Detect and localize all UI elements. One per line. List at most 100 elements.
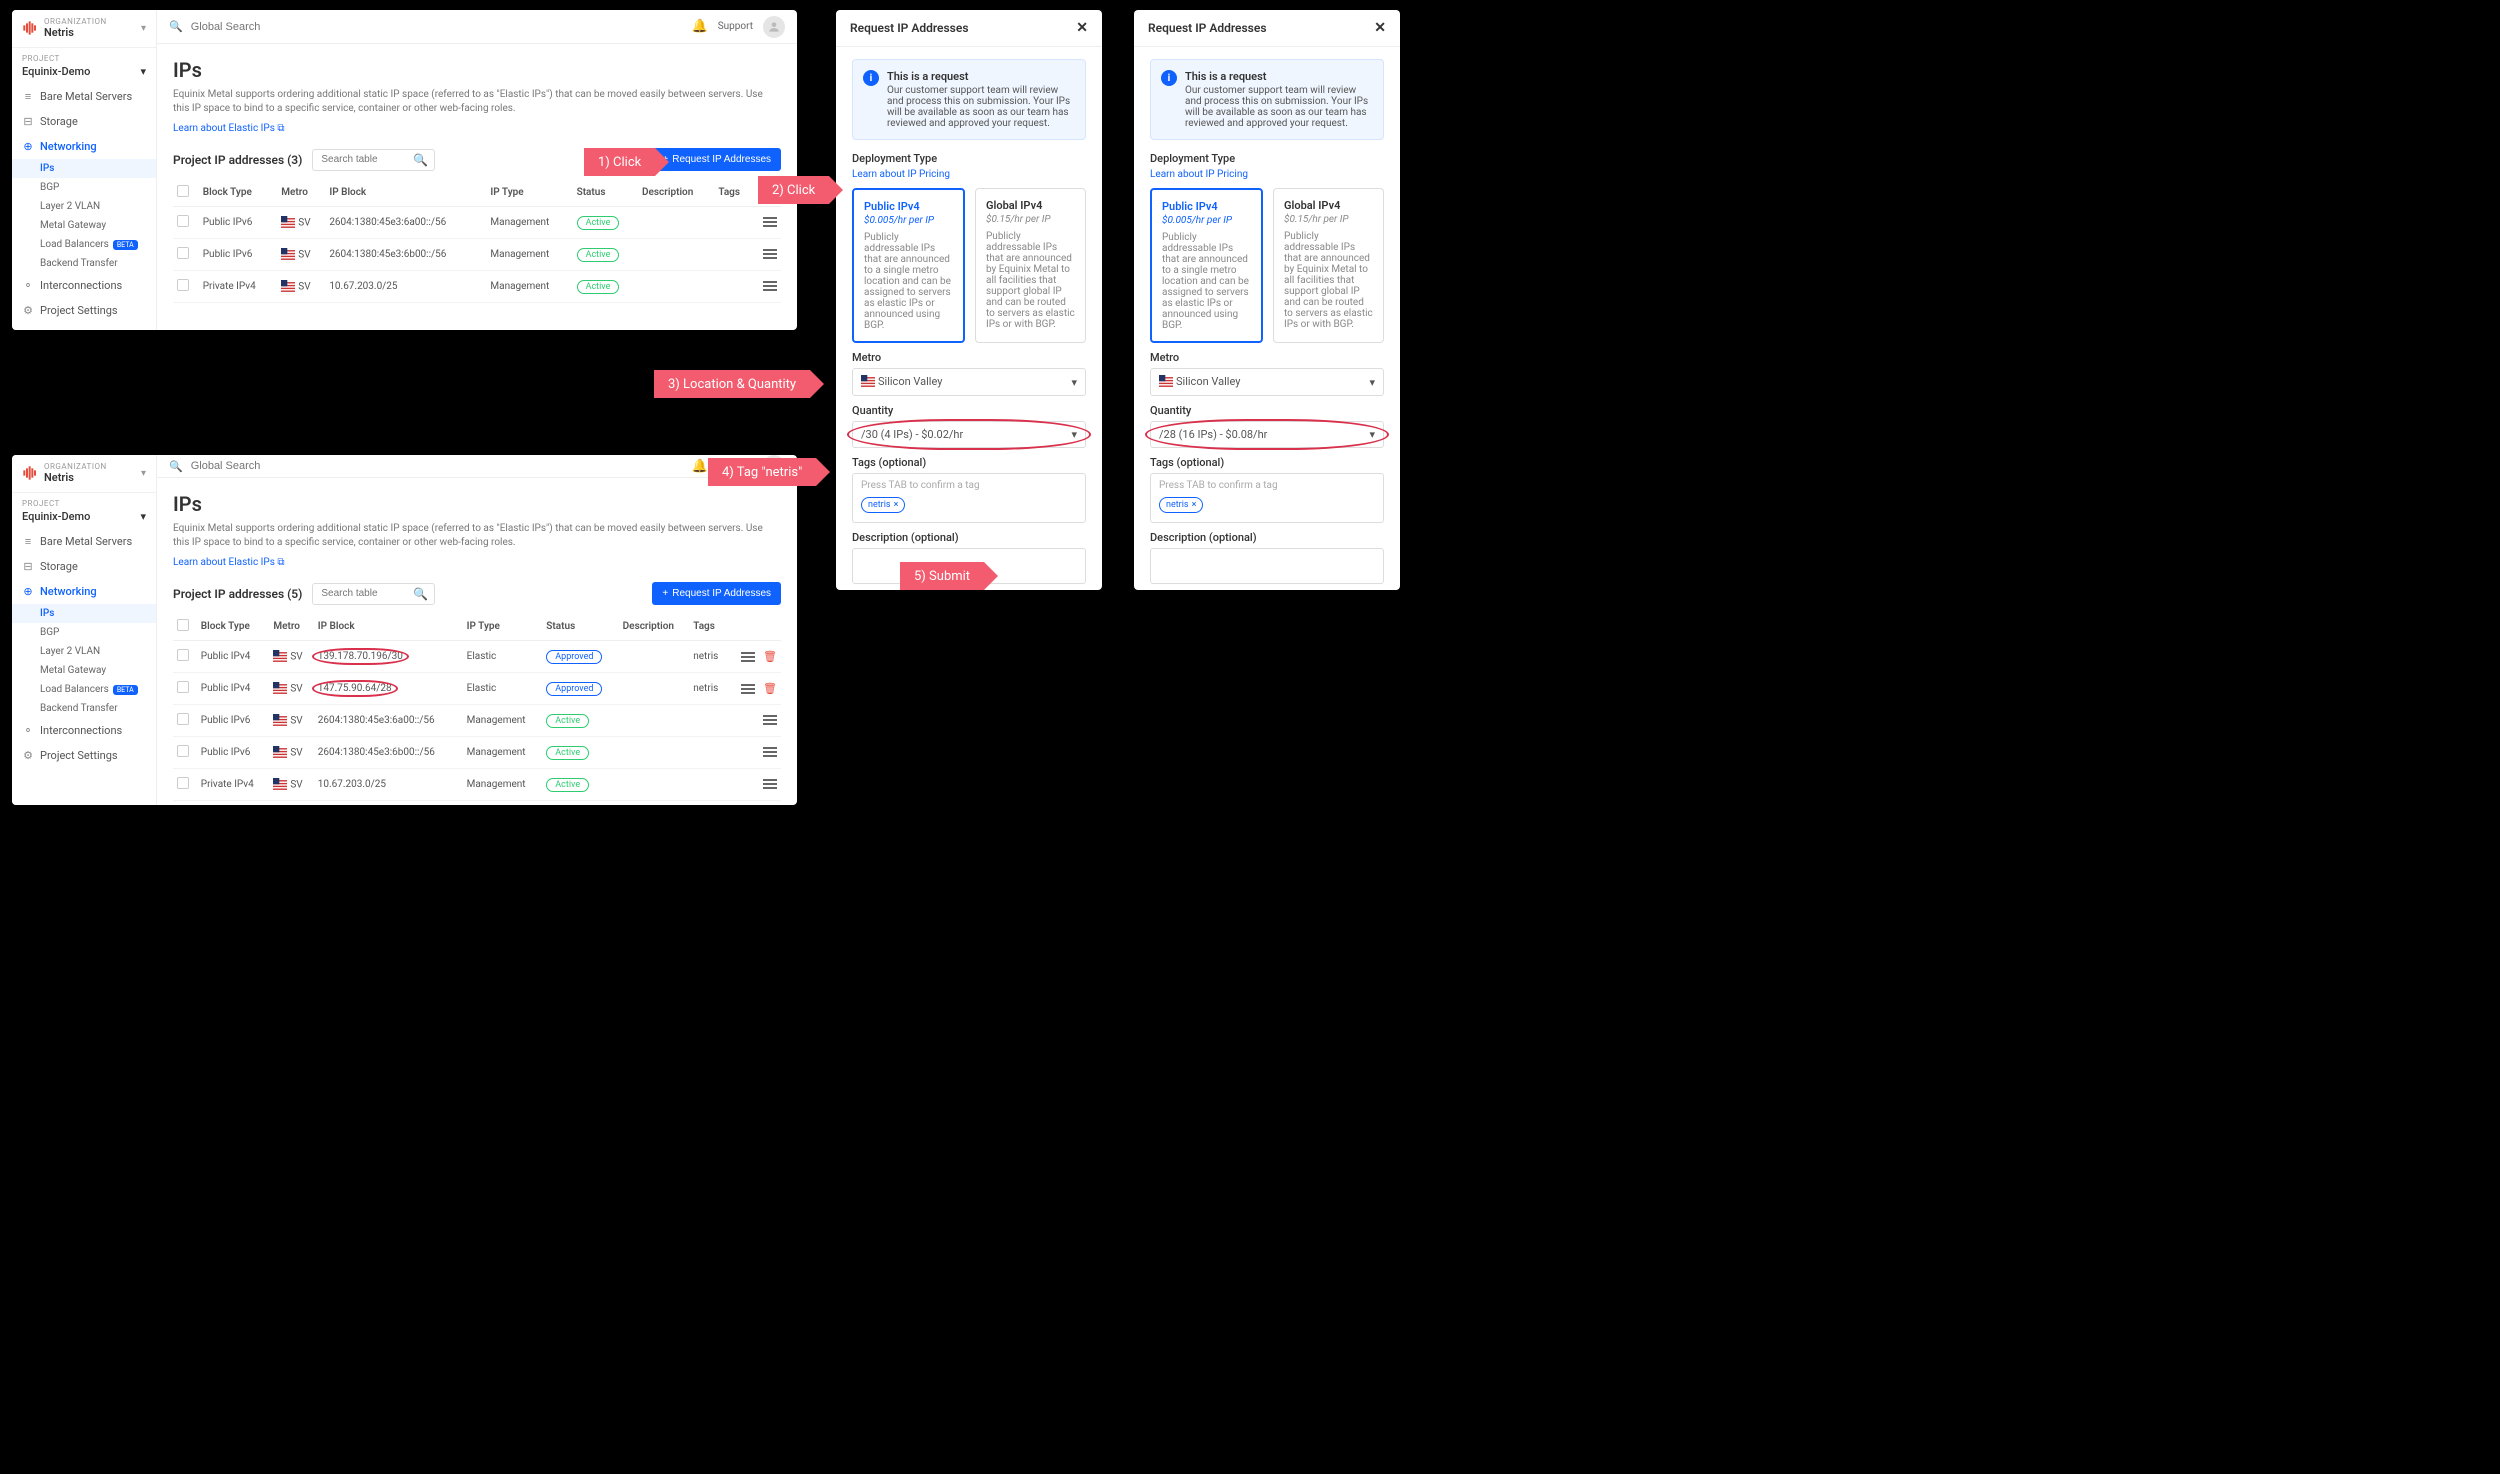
tags-input[interactable]: Press TAB to confirm a tag netris× <box>852 473 1086 523</box>
callout-4: 4) Tag "netris" <box>708 458 816 486</box>
table-row[interactable]: Public IPv6 SV 2604:1380:45e3:6a00::/56 … <box>173 705 781 737</box>
server-icon: ≡ <box>22 90 34 103</box>
nav-ips[interactable]: IPs <box>12 159 156 178</box>
nav-networking[interactable]: ⊕Networking <box>12 134 156 159</box>
tags-input[interactable]: Press TAB to confirm a tag netris× <box>1150 473 1384 523</box>
table-search[interactable]: 🔍 <box>312 583 435 605</box>
topbar: 🔍 🔔 Support <box>157 10 797 44</box>
global-search[interactable]: 🔍 <box>169 459 682 473</box>
chevron-down-icon: ▾ <box>140 65 146 78</box>
row-checkbox[interactable] <box>177 215 189 227</box>
global-search-input[interactable] <box>189 459 682 473</box>
bell-icon[interactable]: 🔔 <box>692 459 708 474</box>
row-checkbox[interactable] <box>177 649 189 661</box>
row-checkbox[interactable] <box>177 745 189 757</box>
table-row[interactable]: Private IPv4 SV 10.67.203.0/25 Managemen… <box>173 271 781 303</box>
global-search-input[interactable] <box>189 20 682 34</box>
nav-storage[interactable]: ⊟Storage <box>12 554 156 579</box>
search-icon: 🔍 <box>169 460 183 473</box>
request-ip-button[interactable]: +Request IP Addresses <box>652 148 781 171</box>
row-menu-icon[interactable] <box>741 652 755 662</box>
nav-backend-transfer[interactable]: Backend Transfer <box>12 254 156 273</box>
bell-icon[interactable]: 🔔 <box>692 19 708 34</box>
network-icon: ⊕ <box>22 585 34 598</box>
row-checkbox[interactable] <box>177 279 189 291</box>
select-all-checkbox[interactable] <box>177 619 189 631</box>
nav-metal-gw[interactable]: Metal Gateway <box>12 661 156 680</box>
nav-project-settings[interactable]: ⚙Project Settings <box>12 743 156 768</box>
chevron-down-icon: ▾ <box>1071 376 1077 389</box>
tag-chip[interactable]: netris× <box>1159 497 1203 513</box>
close-icon[interactable]: ✕ <box>1076 20 1088 36</box>
row-checkbox[interactable] <box>177 777 189 789</box>
table-search[interactable]: 🔍 <box>312 149 435 171</box>
quantity-select[interactable]: /28 (16 IPs) - $0.08/hr▾ <box>1150 421 1384 448</box>
request-ip-button[interactable]: +Request IP Addresses <box>652 582 781 605</box>
topbar: 🔍 🔔 Support <box>157 455 797 478</box>
table-row[interactable]: Public IPv6 SV 2604:1380:45e3:6a00::/56 … <box>173 207 781 239</box>
table-row[interactable]: Private IPv4 SV 10.67.203.0/25 Managemen… <box>173 769 781 801</box>
deploy-global-ipv4-card[interactable]: Global IPv4 $0.15/hr per IP Publicly add… <box>1273 188 1384 343</box>
delete-icon[interactable]: 🗑 <box>763 682 777 695</box>
table-row[interactable]: Public IPv4 SV 147.75.90.64/28 Elastic A… <box>173 673 781 705</box>
deploy-public-ipv4-card[interactable]: Public IPv4 $0.005/hr per IP Publicly ad… <box>1150 188 1263 343</box>
deploy-global-ipv4-card[interactable]: Global IPv4 $0.15/hr per IP Publicly add… <box>975 188 1086 343</box>
search-icon: 🔍 <box>413 587 428 601</box>
nav-project-settings[interactable]: ⚙Project Settings <box>12 298 156 323</box>
avatar[interactable] <box>763 16 785 38</box>
info-icon: i <box>863 70 879 86</box>
nav-metal-gw[interactable]: Metal Gateway <box>12 216 156 235</box>
nav-bgp[interactable]: BGP <box>12 623 156 642</box>
nav-bare-metal[interactable]: ≡Bare Metal Servers <box>12 84 156 109</box>
row-menu-icon[interactable] <box>763 747 777 757</box>
row-menu-icon[interactable] <box>763 715 777 725</box>
row-menu-icon[interactable] <box>763 281 777 291</box>
learn-pricing-link[interactable]: Learn about IP Pricing <box>852 169 1086 180</box>
learn-pricing-link[interactable]: Learn about IP Pricing <box>1150 169 1384 180</box>
row-checkbox[interactable] <box>177 681 189 693</box>
nav-interconnections[interactable]: ⚬Interconnections <box>12 718 156 743</box>
table-row[interactable]: Public IPv6 SV 2604:1380:45e3:6b00::/56 … <box>173 737 781 769</box>
support-link[interactable]: Support <box>718 21 753 32</box>
description-input[interactable] <box>1150 548 1384 584</box>
row-menu-icon[interactable] <box>763 217 777 227</box>
table-row[interactable]: Public IPv4 SV 139.178.70.196/30 Elastic… <box>173 641 781 673</box>
row-checkbox[interactable] <box>177 247 189 259</box>
info-icon: i <box>1161 70 1177 86</box>
nav-storage[interactable]: ⊟Storage <box>12 109 156 134</box>
metro-select[interactable]: Silicon Valley▾ <box>1150 368 1384 396</box>
remove-tag-icon[interactable]: × <box>1192 500 1197 510</box>
nav-load-balancers[interactable]: Load BalancersBETA <box>12 235 156 254</box>
close-icon[interactable]: ✕ <box>1374 20 1386 36</box>
quantity-select[interactable]: /30 (4 IPs) - $0.02/hr▾ <box>852 421 1086 448</box>
org-switcher[interactable]: ORGANIZATIONNetris ▾ <box>12 10 156 48</box>
nav-l2vlan[interactable]: Layer 2 VLAN <box>12 642 156 661</box>
select-all-checkbox[interactable] <box>177 185 189 197</box>
delete-icon[interactable]: 🗑 <box>763 650 777 663</box>
status-badge: Approved <box>546 650 602 664</box>
org-switcher[interactable]: ORGANIZATIONNetris ▾ <box>12 455 156 493</box>
metro-select[interactable]: Silicon Valley▾ <box>852 368 1086 396</box>
nav-networking[interactable]: ⊕Networking <box>12 579 156 604</box>
row-menu-icon[interactable] <box>741 684 755 694</box>
nav-backend-transfer[interactable]: Backend Transfer <box>12 699 156 718</box>
tag-chip[interactable]: netris× <box>861 497 905 513</box>
equinix-logo-icon <box>22 465 38 481</box>
nav-bgp[interactable]: BGP <box>12 178 156 197</box>
row-menu-icon[interactable] <box>763 779 777 789</box>
row-checkbox[interactable] <box>177 713 189 725</box>
row-menu-icon[interactable] <box>763 249 777 259</box>
remove-tag-icon[interactable]: × <box>894 500 899 510</box>
deploy-public-ipv4-card[interactable]: Public IPv4 $0.005/hr per IP Publicly ad… <box>852 188 965 343</box>
learn-elastic-ips-link[interactable]: Learn about Elastic IPs ⧉ <box>173 557 285 568</box>
table-row[interactable]: Public IPv6 SV 2604:1380:45e3:6b00::/56 … <box>173 239 781 271</box>
project-switcher[interactable]: Equinix-Demo▾ <box>12 510 156 529</box>
project-switcher[interactable]: Equinix-Demo▾ <box>12 65 156 84</box>
learn-elastic-ips-link[interactable]: Learn about Elastic IPs ⧉ <box>173 123 285 134</box>
nav-load-balancers[interactable]: Load BalancersBETA <box>12 680 156 699</box>
nav-interconnections[interactable]: ⚬Interconnections <box>12 273 156 298</box>
nav-ips[interactable]: IPs <box>12 604 156 623</box>
nav-bare-metal[interactable]: ≡Bare Metal Servers <box>12 529 156 554</box>
global-search[interactable]: 🔍 <box>169 20 682 34</box>
nav-l2vlan[interactable]: Layer 2 VLAN <box>12 197 156 216</box>
